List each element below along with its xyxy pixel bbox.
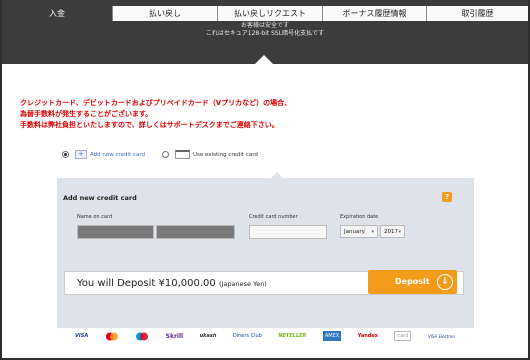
arrow-down-icon: ↓ bbox=[437, 274, 453, 290]
deposit-amount: ¥10,000.00 bbox=[158, 278, 216, 289]
last-name-field[interactable] bbox=[156, 225, 235, 239]
add-card-icon: + bbox=[75, 150, 87, 159]
visa-logo: VISA bbox=[75, 333, 89, 339]
use-existing-card-option[interactable]: Use existing credit card bbox=[162, 150, 258, 159]
security-message: お客様は安全です これはセキュア128-bit SSL暗号化支払です bbox=[2, 22, 528, 38]
skrill-logo: Skrill bbox=[165, 332, 184, 340]
neteller-logo: NETELLER bbox=[278, 333, 307, 339]
mastercard-logo bbox=[105, 331, 119, 341]
security-line-2: これはセキュア128-bit SSL暗号化支払です bbox=[205, 30, 325, 37]
chevron-down-icon: ▾ bbox=[398, 229, 401, 235]
maestro-logo bbox=[135, 331, 149, 341]
tab-transaction-history[interactable]: 取引履歴 bbox=[426, 6, 528, 21]
credit-card-icon bbox=[175, 150, 190, 159]
visa-electron-logo: VISA Electron bbox=[427, 333, 455, 339]
fee-notice: クレジットカード、デビットカードおよびプリペイドカード（Vプリカなど）の場合、 … bbox=[20, 98, 291, 131]
notice-line-3: 手数料は弊社負担といたしますので、詳しくはサポートデスクまでご連絡下さい。 bbox=[20, 121, 279, 129]
expiry-year-select[interactable]: 2017 ▾ bbox=[380, 225, 405, 238]
payment-logos: VISA Skrill ukash Diners Club NETELLER A… bbox=[75, 330, 455, 342]
tab-deposit[interactable]: 入金 bbox=[2, 6, 112, 21]
diners-club-logo: Diners Club bbox=[232, 333, 262, 339]
expiration-date-label: Expiration date bbox=[340, 214, 379, 220]
add-new-card-option[interactable]: + Add new credit card bbox=[62, 150, 145, 159]
deposit-button[interactable]: Deposit ↓ bbox=[368, 270, 457, 294]
deposit-summary: You will Deposit ¥10,000.00 (Japanese Ye… bbox=[77, 278, 267, 289]
ukash-logo: ukash bbox=[199, 333, 217, 339]
expiry-year-value: 2017 bbox=[384, 228, 398, 235]
deposit-prefix: You will Deposit bbox=[77, 278, 159, 289]
header-notch bbox=[255, 55, 273, 64]
deposit-currency: (Japanese Yen) bbox=[218, 280, 267, 288]
card-number-label: Credit card number bbox=[249, 214, 298, 220]
chevron-down-icon: ▾ bbox=[371, 229, 374, 235]
add-new-card-label[interactable]: Add new credit card bbox=[90, 152, 145, 158]
use-existing-card-radio[interactable] bbox=[162, 151, 169, 158]
help-icon[interactable]: ? bbox=[442, 192, 452, 202]
form-title: Add new credit card bbox=[63, 194, 137, 202]
first-name-field[interactable] bbox=[77, 225, 154, 239]
notice-line-1: クレジットカード、デビットカードおよびプリペイドカード（Vプリカなど）の場合、 bbox=[20, 99, 292, 107]
tab-bonus-history[interactable]: ボーナス履歴情報 bbox=[322, 6, 426, 21]
add-new-card-radio[interactable] bbox=[62, 151, 69, 158]
tab-withdraw-request[interactable]: 払い戻しリクエスト bbox=[217, 6, 322, 21]
tab-withdraw[interactable]: 払い戻し bbox=[112, 6, 217, 21]
use-existing-card-label[interactable]: Use existing credit card bbox=[193, 152, 258, 158]
card-number-field[interactable] bbox=[249, 225, 327, 239]
expiry-month-select[interactable]: January ▾ bbox=[340, 225, 378, 238]
security-line-1: お客様は安全です bbox=[240, 22, 289, 29]
amex-logo: AMEX bbox=[322, 331, 342, 341]
card-form-panel: Add new credit card ? Name on card Credi… bbox=[57, 178, 474, 328]
yandex-logo: Yandex bbox=[357, 333, 378, 339]
expiry-month-value: January bbox=[344, 228, 365, 235]
deposit-button-label: Deposit bbox=[395, 277, 430, 286]
bank-card-logo: card bbox=[394, 331, 412, 341]
tab-bar: 入金 払い戻し 払い戻しリクエスト ボーナス履歴情報 取引履歴 bbox=[2, 6, 528, 21]
name-on-card-label: Name on card bbox=[77, 214, 113, 220]
notice-line-2: 為替手数料が発生することがございます。 bbox=[20, 110, 153, 118]
